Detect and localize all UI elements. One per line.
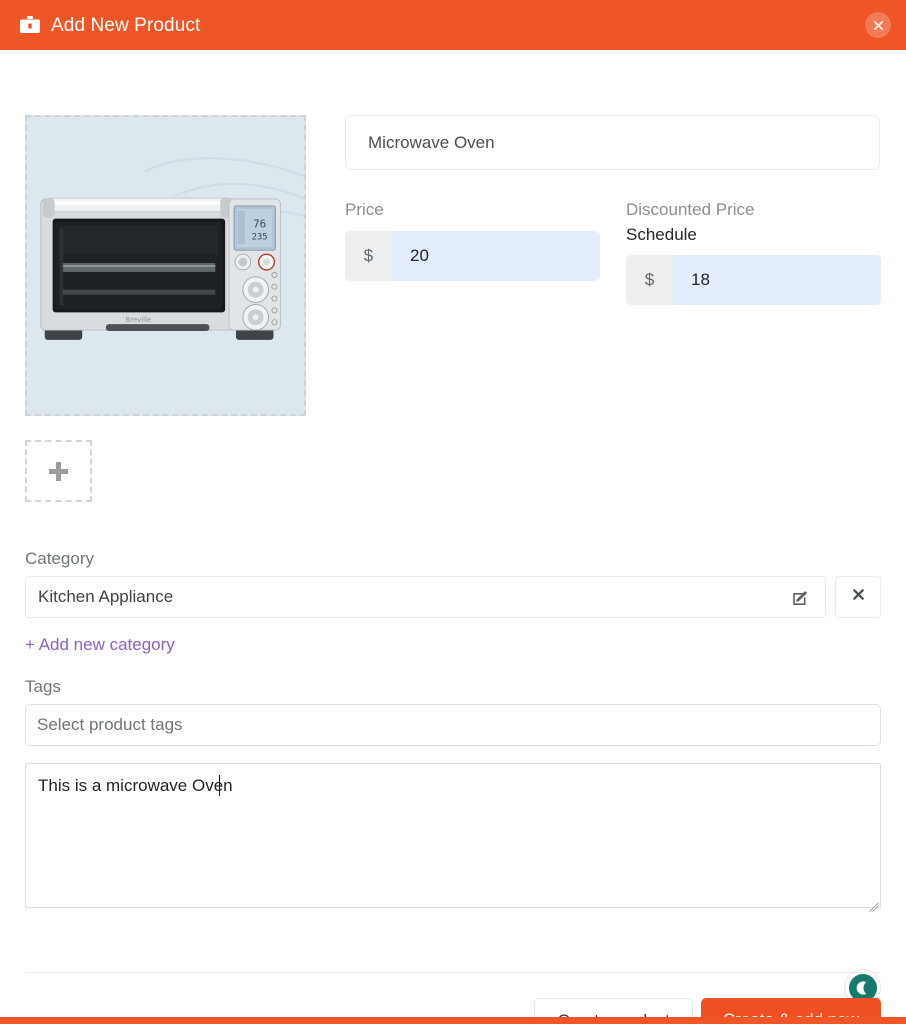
currency-symbol: $: [345, 230, 392, 281]
category-label: Category: [25, 549, 94, 568]
tags-input[interactable]: [25, 704, 881, 746]
currency-symbol: $: [626, 255, 673, 306]
category-input[interactable]: [38, 587, 787, 607]
top-section: Breville 76 235 Microwave Oven Price $ 2…: [25, 50, 881, 502]
briefcase-icon: [20, 16, 40, 34]
plus-icon: [49, 461, 68, 481]
price-group: Price $: [345, 198, 626, 305]
close-icon[interactable]: [865, 12, 891, 38]
product-image-preview[interactable]: Breville 76 235: [25, 115, 306, 416]
schedule-label: Schedule: [626, 224, 697, 244]
price-label: Price: [345, 200, 384, 219]
discounted-price-input[interactable]: [673, 255, 881, 306]
category-input-wrapper[interactable]: [25, 576, 826, 618]
footer-divider: [25, 972, 881, 973]
svg-text:235: 235: [252, 232, 268, 242]
tags-label: Tags: [25, 677, 61, 696]
add-image-button[interactable]: [25, 440, 92, 502]
category-row: [25, 576, 881, 618]
image-column: Breville 76 235: [25, 115, 308, 502]
description-wrapper: This is a microwave Oven: [25, 763, 881, 908]
edit-pencil-icon[interactable]: [787, 584, 813, 610]
category-section: Category Kitchen Appliance + Add new cat…: [25, 549, 881, 655]
clear-category-button[interactable]: [835, 576, 881, 618]
add-new-product-modal: Add New Product Breville 76 235 Microwav…: [0, 0, 906, 1024]
page-title: Add New Product: [51, 14, 201, 36]
discounted-price-label: Discounted Price: [626, 200, 755, 219]
text-cursor: [219, 775, 220, 796]
discounted-price-group: Discounted Price Schedule $: [626, 198, 906, 306]
price-row: Price $ Discounted Price Schedule $: [345, 198, 906, 306]
price-input[interactable]: [392, 230, 600, 281]
modal-header: Add New Product: [0, 0, 906, 50]
add-new-category-link[interactable]: + Add new category: [25, 635, 175, 655]
product-name-input[interactable]: [345, 115, 880, 170]
discounted-price-input-group[interactable]: $: [626, 255, 881, 306]
price-input-group[interactable]: $: [345, 230, 600, 281]
description-textarea[interactable]: This is a microwave Oven: [25, 763, 881, 908]
modal-header-left: Add New Product: [20, 16, 200, 35]
svg-text:Breville: Breville: [126, 316, 152, 324]
bottom-accent-strip: [0, 1017, 906, 1024]
tags-section: Tags: [25, 677, 881, 746]
svg-text:76: 76: [253, 218, 266, 231]
close-x-icon: [851, 587, 866, 607]
fields-column: Price $ Discounted Price Schedule $: [308, 115, 906, 502]
modal-body: Breville 76 235 Microwave Oven Price $ 2…: [0, 50, 906, 1024]
